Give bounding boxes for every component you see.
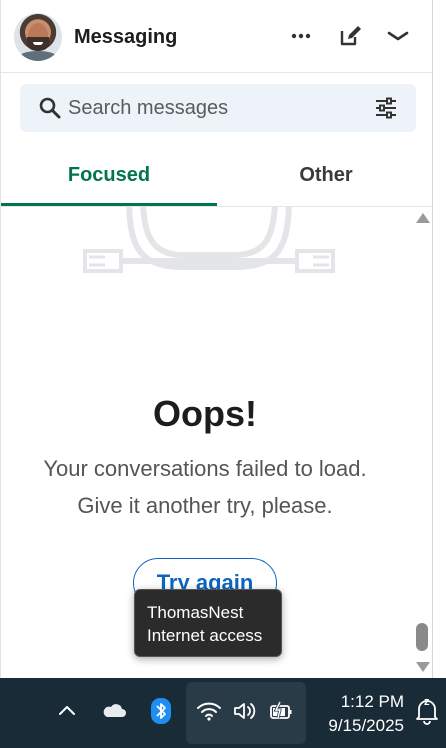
error-message-line2: Give it another try, please. [77,493,333,518]
error-message-line1: Your conversations failed to load. [43,456,367,481]
onedrive-cloud-icon[interactable] [99,696,129,726]
search-bar [20,84,416,132]
filter-icon[interactable] [374,96,398,120]
broken-cable-illustration [83,207,335,273]
tooltip-network-status: Internet access [147,626,263,645]
taskbar-clock[interactable]: 1:12 PM 9/15/2025 [312,690,404,738]
scrollbar-thumb[interactable] [416,623,428,651]
tab-focused[interactable]: Focused [1,144,217,206]
clock-time: 1:12 PM [340,692,404,711]
network-tooltip: ThomasNest Internet access [134,589,282,657]
chevron-down-icon[interactable] [386,24,410,48]
messaging-panel: Messaging Focused Other [0,0,433,678]
scrollbar[interactable] [411,207,432,678]
tab-bar: Focused Other [1,144,432,207]
compose-icon[interactable] [338,24,362,48]
scroll-down-arrow-icon[interactable] [416,662,430,672]
tab-other[interactable]: Other [218,144,432,206]
panel-title[interactable]: Messaging [74,26,177,49]
scroll-up-arrow-icon[interactable] [416,213,430,223]
avatar[interactable] [14,13,62,61]
search-icon [39,97,61,119]
volume-icon[interactable] [230,696,260,726]
more-options-icon[interactable] [289,24,313,48]
battery-charging-icon[interactable] [266,696,296,726]
tooltip-network-name: ThomasNest [147,603,244,622]
chevron-up-icon[interactable] [52,696,82,726]
network-volume-battery-group[interactable] [186,682,306,744]
notification-badge: z [424,696,430,708]
bluetooth-icon[interactable] [146,696,176,726]
messaging-header: Messaging [1,0,432,73]
taskbar: 1:12 PM 9/15/2025 z [0,678,446,748]
error-heading: Oops! [153,393,257,434]
notification-bell-icon[interactable]: z [412,696,442,726]
search-input[interactable] [68,92,368,124]
wifi-icon[interactable] [194,696,224,726]
clock-date: 9/15/2025 [328,716,404,735]
